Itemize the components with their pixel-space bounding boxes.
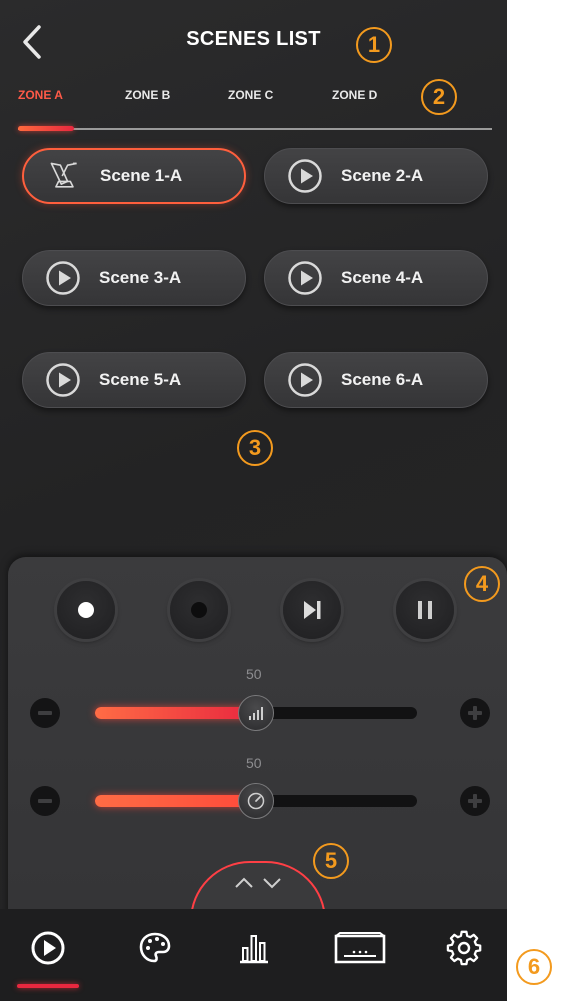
scene-button-2a[interactable]: Scene 2-A bbox=[264, 148, 488, 204]
tab-zone-c[interactable]: ZONE C bbox=[228, 88, 273, 102]
record-white-button[interactable] bbox=[57, 581, 115, 639]
brightness-slider-fill bbox=[95, 707, 256, 719]
scene-button-4a[interactable]: Scene 4-A bbox=[264, 250, 488, 306]
tab-zone-d[interactable]: ZONE D bbox=[332, 88, 377, 102]
chevron-up-down-icon bbox=[235, 877, 281, 889]
annotation-badge-3: 3 bbox=[237, 430, 273, 466]
record-dark-button[interactable] bbox=[170, 581, 228, 639]
speed-slider-handle[interactable] bbox=[238, 783, 274, 819]
brightness-decrease-button[interactable] bbox=[30, 698, 60, 728]
speed-increase-button[interactable] bbox=[460, 786, 490, 816]
play-circle-icon bbox=[31, 931, 65, 965]
stage-icon bbox=[334, 932, 386, 964]
gear-icon bbox=[446, 930, 482, 966]
scene-label: Scene 3-A bbox=[99, 268, 182, 287]
tab-underline bbox=[18, 128, 492, 130]
scene-button-1a[interactable]: Scene 1-A bbox=[22, 148, 246, 204]
tab-zone-b[interactable]: ZONE B bbox=[125, 88, 170, 102]
scene-label: Scene 5-A bbox=[99, 370, 182, 389]
scene-button-5a[interactable]: Scene 5-A bbox=[22, 352, 246, 408]
brightness-slider-handle[interactable] bbox=[238, 695, 274, 731]
bottom-navigation bbox=[0, 909, 507, 1001]
speed-slider-fill bbox=[95, 795, 256, 807]
speedometer-icon bbox=[247, 792, 265, 810]
scenes-app: SCENES LIST ZONE A ZONE B ZONE C ZONE D … bbox=[0, 0, 507, 1001]
active-tab-indicator bbox=[18, 126, 74, 131]
scene-label: Scene 4-A bbox=[341, 268, 424, 287]
nav-palette[interactable] bbox=[125, 909, 185, 987]
signal-bars-icon bbox=[249, 707, 263, 720]
active-nav-indicator bbox=[17, 984, 79, 988]
scene-button-3a[interactable]: Scene 3-A bbox=[22, 250, 246, 306]
skip-next-button[interactable] bbox=[283, 581, 341, 639]
spotlight-icon bbox=[46, 158, 82, 194]
bar-chart-icon bbox=[240, 935, 268, 964]
speed-decrease-button[interactable] bbox=[30, 786, 60, 816]
scene-label: Scene 2-A bbox=[341, 166, 424, 185]
record-dot-icon bbox=[78, 602, 94, 618]
play-circle-icon bbox=[45, 260, 81, 296]
annotation-badge-2: 2 bbox=[421, 79, 457, 115]
scene-label: Scene 1-A bbox=[100, 166, 183, 185]
speed-value: 50 bbox=[246, 755, 262, 771]
record-dot-icon bbox=[191, 602, 207, 618]
page-title: SCENES LIST bbox=[186, 28, 321, 50]
pause-icon bbox=[418, 601, 432, 619]
skip-next-icon bbox=[304, 601, 321, 619]
nav-settings[interactable] bbox=[434, 909, 494, 987]
pause-button[interactable] bbox=[396, 581, 454, 639]
scene-label: Scene 6-A bbox=[341, 370, 424, 389]
nav-stage[interactable] bbox=[330, 909, 390, 987]
nav-equalizer[interactable] bbox=[224, 909, 284, 987]
play-circle-icon bbox=[45, 362, 81, 398]
palette-icon bbox=[139, 932, 171, 963]
annotation-badge-5: 5 bbox=[313, 843, 349, 879]
brightness-increase-button[interactable] bbox=[460, 698, 490, 728]
nav-play[interactable] bbox=[18, 909, 78, 987]
brightness-value: 50 bbox=[246, 666, 262, 682]
annotation-badge-4: 4 bbox=[464, 566, 500, 602]
play-circle-icon bbox=[287, 260, 323, 296]
scene-button-6a[interactable]: Scene 6-A bbox=[264, 352, 488, 408]
annotation-badge-1: 1 bbox=[356, 27, 392, 63]
play-circle-icon bbox=[287, 158, 323, 194]
annotation-badge-6: 6 bbox=[516, 949, 552, 985]
play-circle-icon bbox=[287, 362, 323, 398]
tab-zone-a[interactable]: ZONE A bbox=[18, 88, 63, 102]
